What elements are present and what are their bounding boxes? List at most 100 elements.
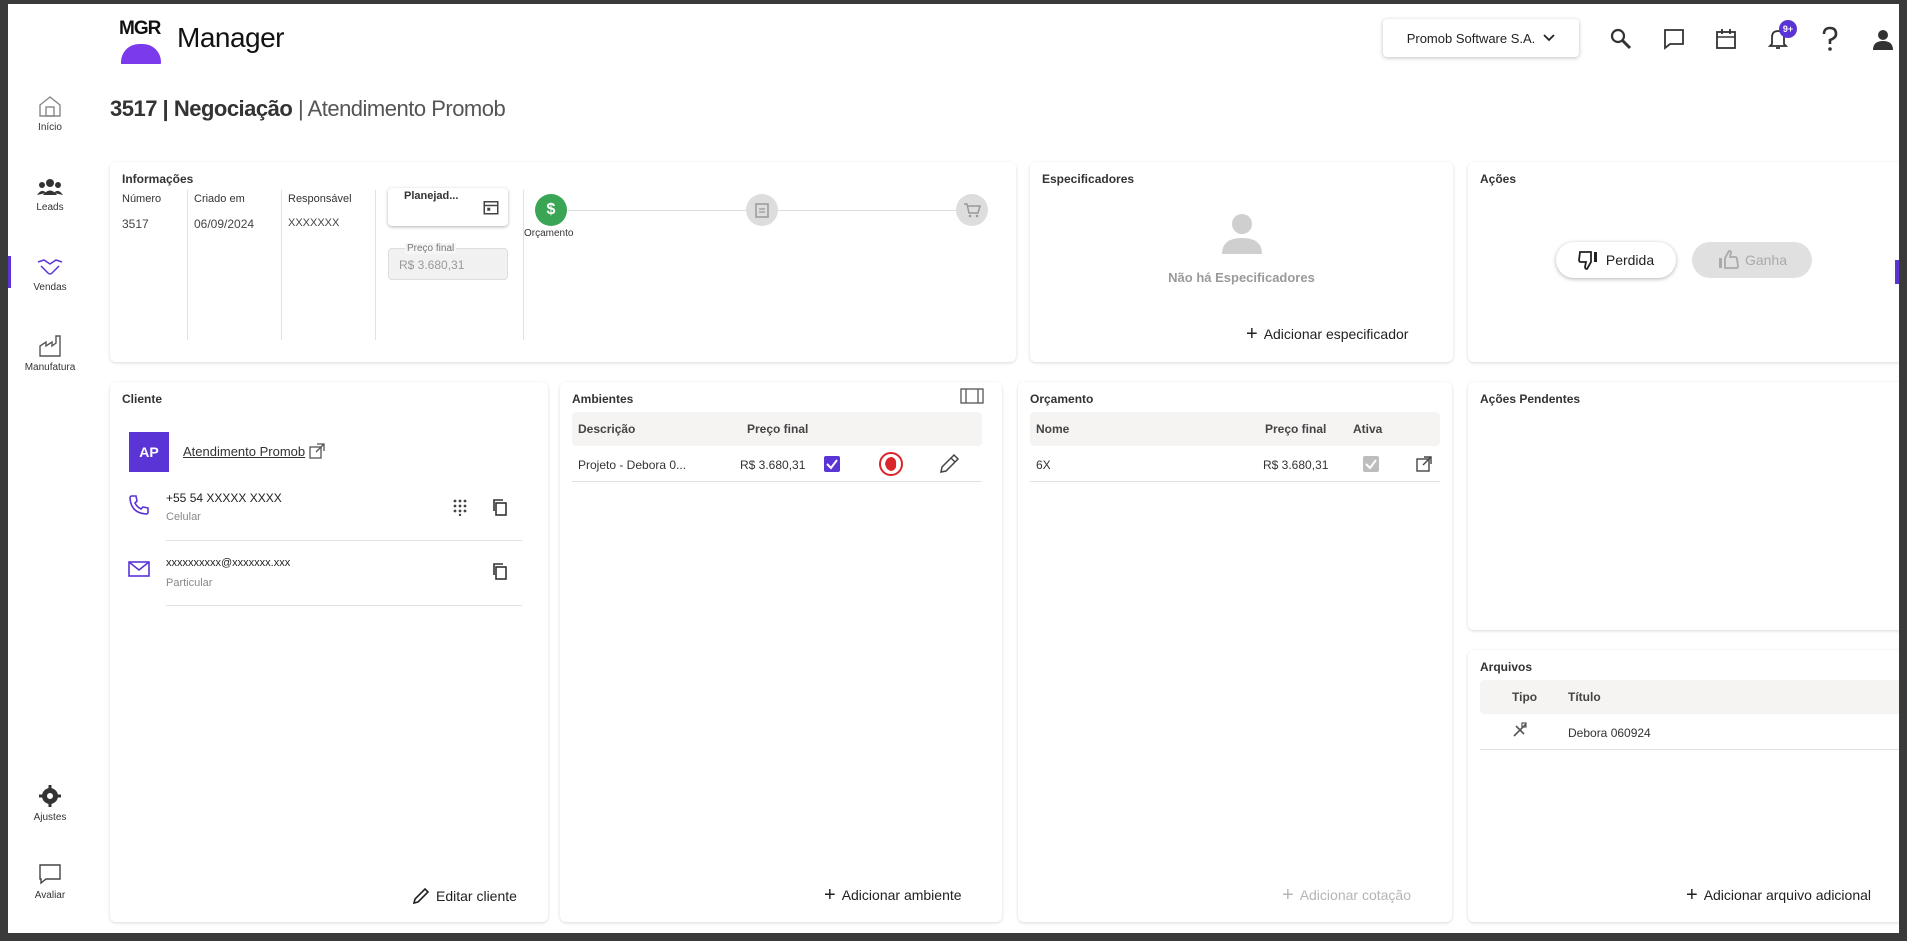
avatar: AP	[129, 432, 169, 472]
specifiers-card: Especificadores Não há Especificadores +…	[1030, 162, 1453, 362]
add-quote-button[interactable]: + Adicionar cotação	[1282, 884, 1411, 906]
won-button[interactable]: Ganha	[1692, 242, 1812, 278]
chat-icon	[1664, 29, 1684, 50]
files-card: Arquivos Tipo Título Debora 060924 + Adi…	[1468, 650, 1899, 922]
sidebar-item-manufatura[interactable]: Manufatura	[8, 334, 92, 373]
app-logo: MGR	[115, 14, 165, 64]
actions-card-title: Ações	[1480, 172, 1517, 186]
divider	[375, 190, 376, 340]
preco-final-field: Preço final R$ 3.680,31	[388, 243, 508, 280]
planejado-value: Planejad...	[404, 190, 459, 202]
table-row[interactable]: Projeto - Debora 0... R$ 3.680,31	[572, 446, 982, 482]
sidebar-item-leads[interactable]: Leads	[8, 176, 92, 213]
actions-card: Ações Perdida Ganha	[1468, 162, 1899, 362]
plus-icon: +	[1282, 884, 1294, 906]
col-ativa: Ativa	[1353, 422, 1383, 436]
logo-text: MGR	[119, 18, 161, 39]
sidebar-item-inicio[interactable]: Início	[8, 94, 92, 133]
col-preco-final: Preço final	[747, 422, 809, 436]
pending-actions-card: Ações Pendentes	[1468, 382, 1899, 630]
row-nome: 6X	[1036, 458, 1051, 472]
copy-icon[interactable]	[491, 562, 509, 580]
sidebar-item-label: Início	[38, 122, 62, 133]
edit-client-button[interactable]: Editar cliente	[412, 887, 517, 905]
logo-shape	[121, 44, 161, 64]
mail-icon	[128, 561, 150, 577]
stage-pedido[interactable]	[746, 194, 778, 226]
criado-label: Criado em	[194, 193, 245, 205]
sidebar-item-label: Vendas	[33, 282, 67, 293]
search-icon	[1610, 28, 1632, 50]
handshake-icon	[37, 259, 63, 275]
info-card: Informações Número 3517 Criado em 06/09/…	[110, 162, 1016, 362]
table-row[interactable]: 6X R$ 3.680,31	[1030, 446, 1440, 482]
add-specifier-label: Adicionar especificador	[1263, 326, 1409, 342]
stage-orcamento[interactable]: $	[535, 194, 567, 226]
criado-value: 06/09/2024	[194, 217, 255, 231]
pending-actions-card-title: Ações Pendentes	[1480, 392, 1581, 406]
budget-card-title: Orçamento	[1030, 392, 1094, 406]
stage-venda[interactable]	[956, 194, 988, 226]
planejado-date-field[interactable]: Planejad...	[388, 188, 508, 226]
col-tipo: Tipo	[1512, 690, 1538, 704]
won-label: Ganha	[1744, 252, 1788, 268]
calendar-button[interactable]	[1711, 24, 1741, 54]
feedback-icon	[39, 864, 61, 885]
chevron-down-icon	[1543, 34, 1555, 42]
chat-button[interactable]	[1659, 24, 1689, 54]
promob-badge-icon[interactable]	[878, 451, 904, 477]
notifications-button[interactable]: 9+	[1763, 20, 1797, 54]
page-title-subtitle: | Atendimento Promob	[292, 96, 506, 121]
user-button[interactable]	[1868, 24, 1898, 54]
row-preco: R$ 3.680,31	[1263, 458, 1329, 472]
thumbs-up-icon	[1718, 250, 1739, 269]
plus-icon: +	[824, 884, 836, 906]
help-button[interactable]	[1815, 24, 1845, 54]
divider	[187, 190, 188, 340]
sidebar-item-ajustes[interactable]: Ajustes	[8, 784, 92, 823]
pencil-icon	[412, 887, 430, 905]
notifications-badge: 9+	[1779, 20, 1797, 38]
numero-value: 3517	[122, 217, 149, 231]
client-email: xxxxxxxxxx@xxxxxxx.xxx	[166, 557, 291, 569]
client-name: Atendimento Promob	[183, 443, 306, 459]
table-row[interactable]: Debora 060924	[1480, 714, 1899, 750]
add-file-button[interactable]: + Adicionar arquivo adicional	[1686, 885, 1871, 905]
cart-icon	[964, 203, 981, 218]
client-card: Cliente AP Atendimento Promob +55 54 XXX…	[110, 382, 548, 922]
company-select[interactable]: Promob Software S.A.	[1383, 19, 1579, 57]
add-specifier-button[interactable]: + Adicionar especificador	[1246, 324, 1409, 344]
copy-icon[interactable]	[491, 498, 509, 516]
dialpad-icon[interactable]	[452, 498, 468, 516]
pencil-icon[interactable]	[938, 453, 960, 475]
files-card-title: Arquivos	[1480, 660, 1533, 674]
lost-button[interactable]: Perdida	[1556, 242, 1676, 278]
add-quote-label: Adicionar cotação	[1299, 887, 1411, 903]
phone-icon	[129, 495, 149, 515]
avatar-initials: AP	[139, 444, 159, 460]
client-email-type: Particular	[166, 577, 213, 589]
divider	[523, 190, 524, 340]
stage-orcamento-label: Orçamento	[524, 228, 574, 239]
row-checkbox[interactable]	[824, 456, 840, 472]
lost-label: Perdida	[1605, 252, 1655, 268]
sidebar-item-avaliar[interactable]: Avaliar	[8, 862, 92, 901]
page-title-id: 3517 | Negociação	[110, 96, 293, 121]
client-phone: +55 54 XXXXX XXXX	[166, 491, 282, 505]
files-table-header: Tipo Título	[1480, 680, 1899, 714]
right-edge-indicator	[1895, 260, 1899, 284]
external-link-icon	[309, 443, 325, 459]
add-environment-label: Adicionar ambiente	[841, 887, 962, 903]
divider	[281, 190, 282, 340]
home-icon	[39, 96, 61, 117]
client-name-link[interactable]: Atendimento Promob	[183, 443, 325, 459]
search-button[interactable]	[1606, 24, 1636, 54]
client-card-title: Cliente	[122, 392, 163, 406]
design-tools-icon	[1513, 722, 1527, 737]
sidebar-item-vendas[interactable]: Vendas	[8, 256, 92, 293]
col-nome: Nome	[1036, 422, 1070, 436]
factory-icon	[39, 335, 61, 357]
panel-toggle-icon[interactable]	[960, 388, 984, 404]
add-environment-button[interactable]: + Adicionar ambiente	[824, 884, 962, 906]
external-link-icon[interactable]	[1416, 456, 1432, 472]
